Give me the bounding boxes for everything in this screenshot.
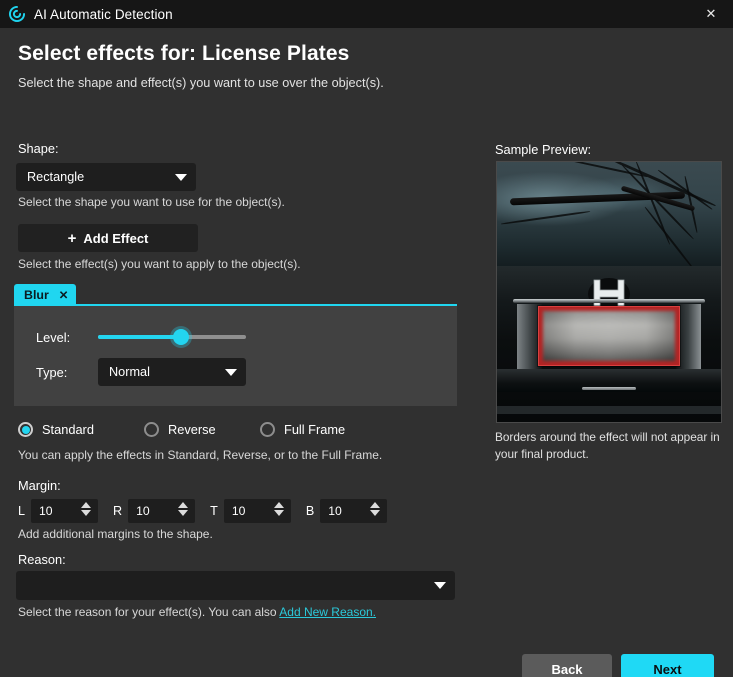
blur-type-value: Normal (109, 365, 150, 379)
shape-hint: Select the shape you want to use for the… (18, 195, 285, 209)
margin-left-letter: L (18, 504, 26, 518)
tab-blur-close-icon[interactable]: ✕ (59, 288, 69, 302)
preview-note: Borders around the effect will not appea… (495, 430, 720, 461)
apply-mode-radio-group: Standard Reverse Full Frame (18, 422, 345, 437)
level-slider[interactable] (98, 328, 246, 346)
preview-lower-band (497, 406, 721, 415)
chevron-down-icon (225, 368, 237, 376)
margin-left-input[interactable] (39, 504, 76, 518)
margin-right-steppers[interactable] (178, 502, 189, 516)
radio-reverse[interactable]: Reverse (144, 422, 260, 437)
spiral-logo-icon (9, 5, 26, 22)
stepper-down-icon[interactable] (273, 510, 284, 516)
plus-icon: + (67, 229, 77, 247)
dialog-body: Select effects for: License Plates Selec… (0, 28, 733, 677)
reason-label: Reason: (18, 552, 66, 567)
app-title: AI Automatic Detection (34, 6, 173, 22)
blur-type-dropdown[interactable]: Normal (98, 358, 246, 386)
preview-rear-window (497, 162, 721, 272)
preview-effect-border (538, 306, 680, 367)
add-effect-button[interactable]: + Add Effect (18, 224, 198, 252)
preview-chrome-trim (512, 298, 706, 303)
margin-fields: L R T (18, 499, 388, 523)
apply-mode-hint: You can apply the effects in Standard, R… (18, 448, 383, 462)
margin-bottom-group: B (305, 499, 388, 523)
shape-label: Shape: (18, 141, 59, 156)
margin-right-group: R (113, 499, 196, 523)
preview-blurred-license-plate (543, 311, 675, 362)
margin-right-input[interactable] (136, 504, 173, 518)
stepper-up-icon[interactable] (81, 502, 92, 508)
margin-bottom-letter: B (305, 504, 315, 518)
tab-blur-label: Blur (24, 288, 49, 302)
level-label: Level: (36, 329, 71, 345)
blur-effect-panel: Level: Type: Normal (14, 306, 457, 406)
reason-dropdown[interactable] (16, 571, 455, 600)
back-button[interactable]: Back (522, 654, 612, 677)
radio-full-frame-ring (260, 422, 275, 437)
radio-standard-label: Standard (42, 422, 94, 437)
radio-reverse-ring (144, 422, 159, 437)
margin-bottom-steppers[interactable] (370, 502, 381, 516)
shape-dropdown[interactable]: Rectangle (16, 163, 196, 191)
effect-tabstrip: Blur ✕ (14, 284, 457, 306)
page-title: Select effects for: License Plates (18, 42, 350, 65)
chevron-down-icon (434, 582, 446, 589)
margin-left-spinner[interactable] (31, 499, 99, 523)
margin-left-group: L (18, 499, 99, 523)
slider-thumb[interactable] (172, 329, 189, 345)
stepper-up-icon[interactable] (178, 502, 189, 508)
stepper-down-icon[interactable] (81, 510, 92, 516)
slider-fill (98, 335, 181, 339)
radio-full-frame-label: Full Frame (284, 422, 346, 437)
type-row: Type: Normal (36, 358, 246, 386)
tab-blur[interactable]: Blur ✕ (14, 284, 77, 306)
page-subtitle: Select the shape and effect(s) you want … (18, 76, 384, 90)
radio-standard[interactable]: Standard (18, 422, 144, 437)
shape-dropdown-value: Rectangle (27, 170, 85, 184)
radio-full-frame[interactable]: Full Frame (260, 422, 345, 437)
preview-label: Sample Preview: (495, 142, 592, 157)
preview-trunk-handle (582, 386, 636, 390)
radio-reverse-label: Reverse (168, 422, 216, 437)
chevron-down-icon (175, 173, 187, 181)
level-row: Level: (36, 328, 246, 346)
margin-right-letter: R (113, 504, 123, 518)
stepper-up-icon[interactable] (370, 502, 381, 508)
margin-bottom-spinner[interactable] (320, 499, 388, 523)
stepper-down-icon[interactable] (370, 510, 381, 516)
stepper-up-icon[interactable] (273, 502, 284, 508)
stepper-down-icon[interactable] (178, 510, 189, 516)
margin-top-steppers[interactable] (273, 502, 284, 516)
margin-top-input[interactable] (231, 504, 268, 518)
margin-top-group: T (210, 499, 291, 523)
title-bar: AI Automatic Detection ✕ (0, 0, 733, 28)
type-label: Type: (36, 364, 68, 380)
add-effect-hint: Select the effect(s) you want to apply t… (18, 257, 301, 271)
margin-left-steppers[interactable] (81, 502, 92, 516)
margin-label: Margin: (18, 478, 61, 493)
radio-standard-ring (18, 422, 33, 437)
margin-top-spinner[interactable] (223, 499, 291, 523)
margin-bottom-input[interactable] (328, 504, 365, 518)
add-effect-label: Add Effect (83, 230, 149, 246)
margin-right-spinner[interactable] (128, 499, 196, 523)
sample-preview-image (496, 161, 722, 423)
add-new-reason-link[interactable]: Add New Reason. (279, 605, 376, 619)
margin-hint: Add additional margins to the shape. (18, 527, 213, 541)
reason-hint: Select the reason for your effect(s). Yo… (18, 605, 376, 619)
close-icon[interactable]: ✕ (689, 0, 733, 28)
margin-top-letter: T (210, 504, 218, 518)
next-button[interactable]: Next (621, 654, 714, 677)
reason-hint-text: Select the reason for your effect(s). Yo… (18, 605, 280, 619)
